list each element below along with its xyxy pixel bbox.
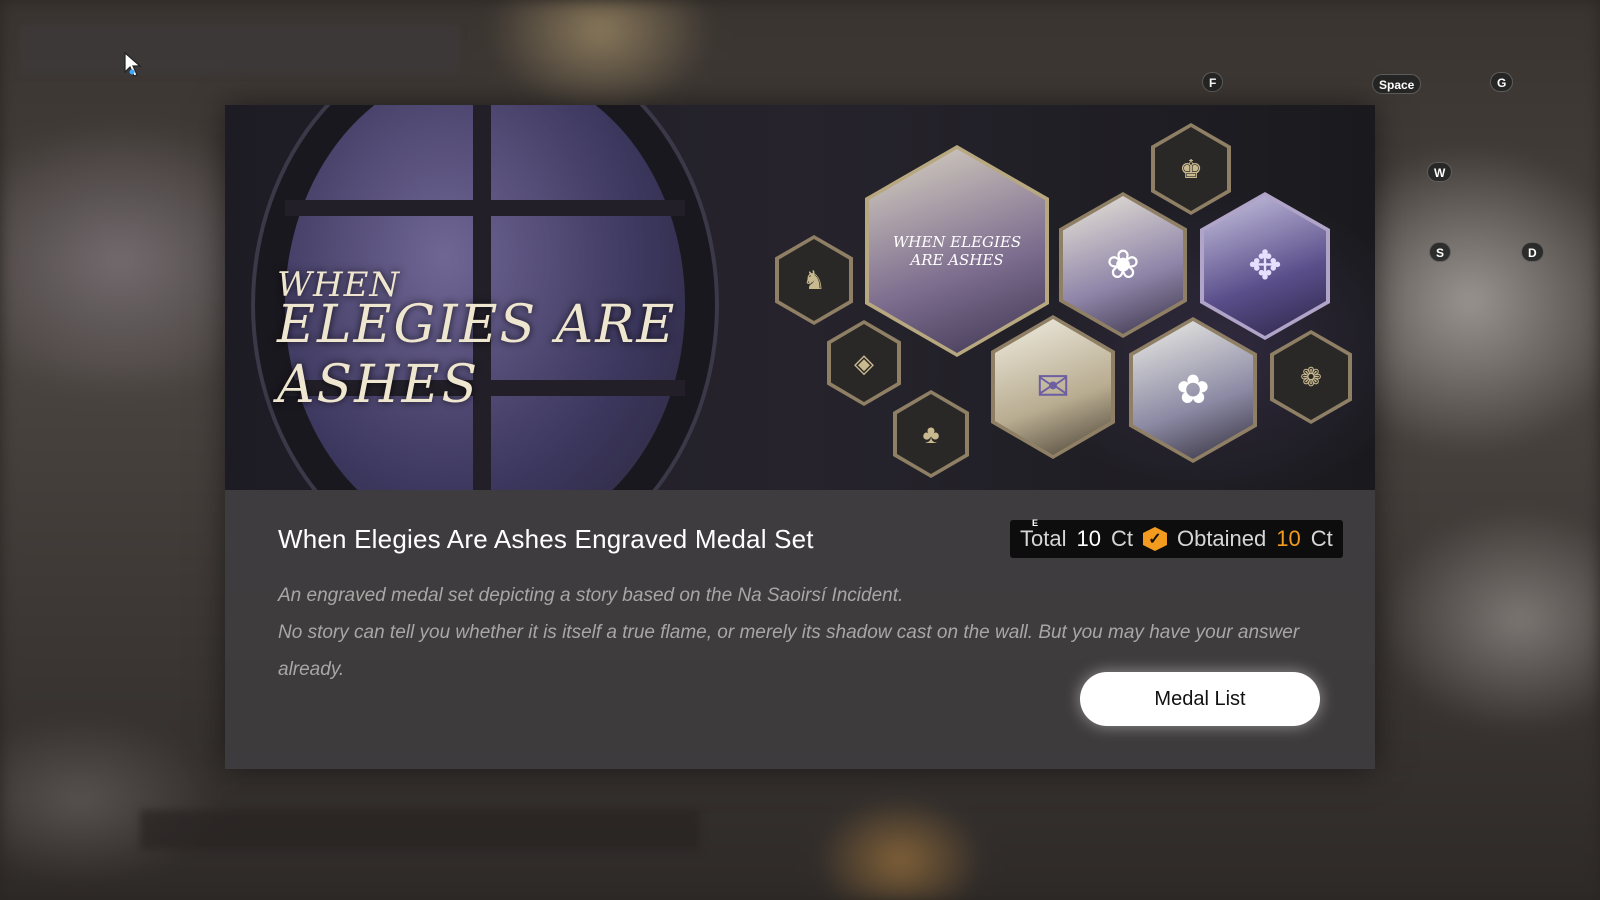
obtained-label: Obtained <box>1176 526 1267 551</box>
total-unit: Ct <box>1110 526 1133 551</box>
total-label: Total <box>1020 526 1067 551</box>
obtained-check-icon: ✓ <box>1142 527 1167 551</box>
banner-logo-line2: ELEGIES ARE ASHES <box>277 295 677 415</box>
key-hint-space: Space <box>1372 74 1422 94</box>
medal-icon: ✥ <box>1200 192 1330 340</box>
key-hint-f: F <box>1202 72 1224 92</box>
key-hint-e: E <box>1032 518 1039 528</box>
key-hint-w: W <box>1427 162 1453 182</box>
medal-icon: WHEN ELEGIES ARE ASHES <box>865 145 1049 357</box>
medal-icon: ♚ <box>1151 123 1231 215</box>
medal-icon: ✉ <box>991 315 1115 459</box>
medal-icon: ✿ <box>1129 317 1257 463</box>
key-hint-s: S <box>1429 242 1452 262</box>
banner-logo: WHEN ELEGIES ARE ASHES <box>277 265 757 415</box>
medal-icon: ❀ <box>1059 192 1187 338</box>
medal-icon: ♞ <box>775 235 853 325</box>
mouse-cursor-icon <box>124 52 142 77</box>
medal-icon: ❁ <box>1270 330 1352 424</box>
medal-logo-text: WHEN ELEGIES ARE ASHES <box>869 149 1045 353</box>
total-value: 10 <box>1076 526 1101 551</box>
obtained-value: 10 <box>1276 526 1301 551</box>
medal-counter: Total 10 Ct ✓ Obtained 10 Ct <box>1010 520 1343 558</box>
key-hint-d: D <box>1521 242 1544 262</box>
obtained-unit: Ct <box>1310 526 1333 551</box>
medal-icon: ◈ <box>827 320 901 406</box>
medal-set-title: When Elegies Are Ashes Engraved Medal Se… <box>278 524 814 554</box>
key-hint-g: G <box>1490 72 1514 92</box>
blurred-bottom-bar <box>140 810 700 850</box>
window-frame <box>285 200 685 216</box>
description-line-1: An engraved medal set depicting a story … <box>278 585 904 606</box>
medal-set-panel: WHEN ELEGIES ARE ASHES ♞ ◈ ♣ WHEN ELEGIE… <box>225 105 1375 769</box>
medal-icon: ♣ <box>893 390 969 478</box>
medal-list-button[interactable]: Medal List <box>1080 672 1320 726</box>
medal-set-banner: WHEN ELEGIES ARE ASHES ♞ ◈ ♣ WHEN ELEGIE… <box>225 105 1375 490</box>
blurred-top-bar <box>20 25 460 75</box>
